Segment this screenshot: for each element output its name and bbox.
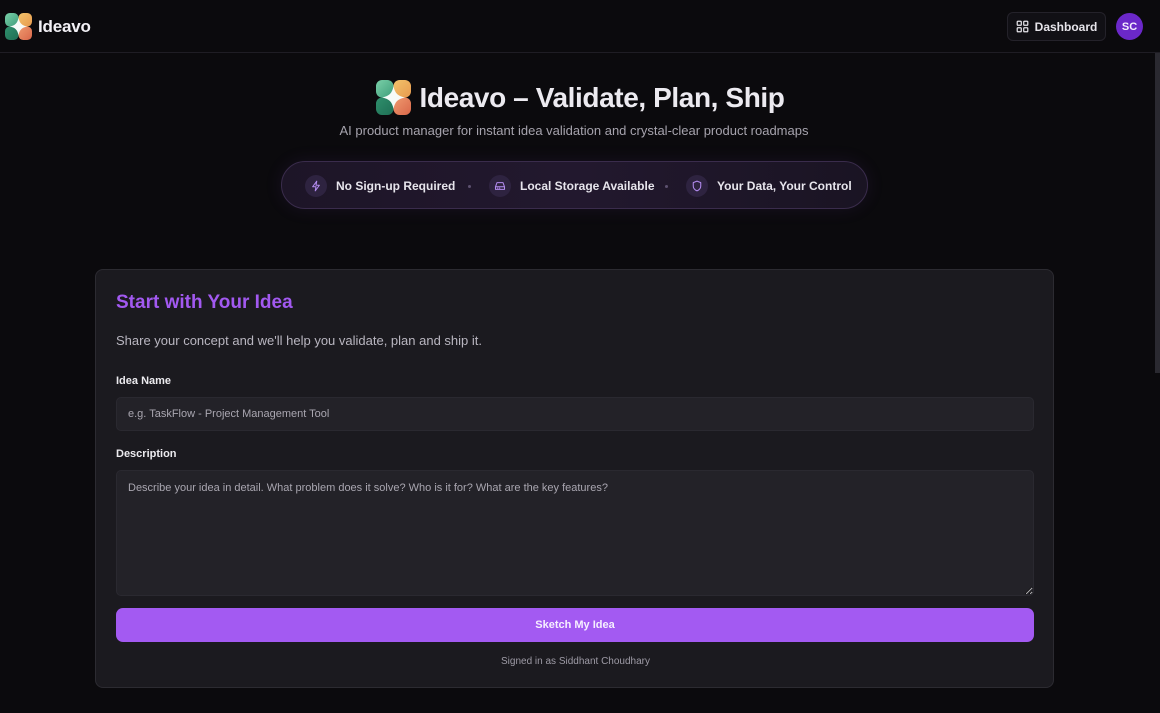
dashboard-button-label: Dashboard [1034,19,1098,34]
idea-name-input[interactable] [116,397,1034,431]
description-label: Description [116,448,177,460]
top-navigation-bar: Ideavo Dashboard SC [0,0,1160,53]
form-title: Start with Your Idea [116,292,293,313]
lightning-icon [305,175,327,197]
feature-data-control: Your Data, Your Control [686,175,852,197]
page-title: Ideavo – Validate, Plan, Ship [419,81,785,113]
feature-label: No Sign-up Required [336,179,456,193]
form-description: Share your concept and we'll help you va… [116,333,482,348]
sketch-my-idea-button[interactable]: Sketch My Idea [116,608,1034,642]
idea-form-card: Start with Your Idea Share your concept … [95,269,1054,688]
signed-in-status: Signed in as Siddhant Choudhary [501,656,650,667]
separator-dot [468,185,471,188]
feature-no-signup: No Sign-up Required [305,175,455,197]
user-avatar[interactable]: SC [1116,13,1143,40]
feature-local-storage: Local Storage Available [489,175,655,197]
storage-icon [489,175,511,197]
hero-heading: Ideavo – Validate, Plan, Ship [0,80,1160,115]
features-banner: No Sign-up Required Local Storage Availa… [281,161,868,209]
page-subtitle: AI product manager for instant idea vali… [339,123,809,138]
separator-dot [665,185,668,188]
dashboard-button[interactable]: Dashboard [1007,12,1106,41]
brand-name: Ideavo [38,16,91,36]
ideavo-logo-icon [375,80,411,115]
ideavo-logo-icon [5,13,32,40]
feature-label: Local Storage Available [520,179,655,193]
feature-label: Your Data, Your Control [717,179,852,193]
brand-home-link[interactable]: Ideavo [5,13,91,40]
description-textarea[interactable] [116,470,1034,596]
shield-icon [686,175,708,197]
idea-name-label: Idea Name [116,375,172,387]
dashboard-grid-icon [1016,20,1029,33]
